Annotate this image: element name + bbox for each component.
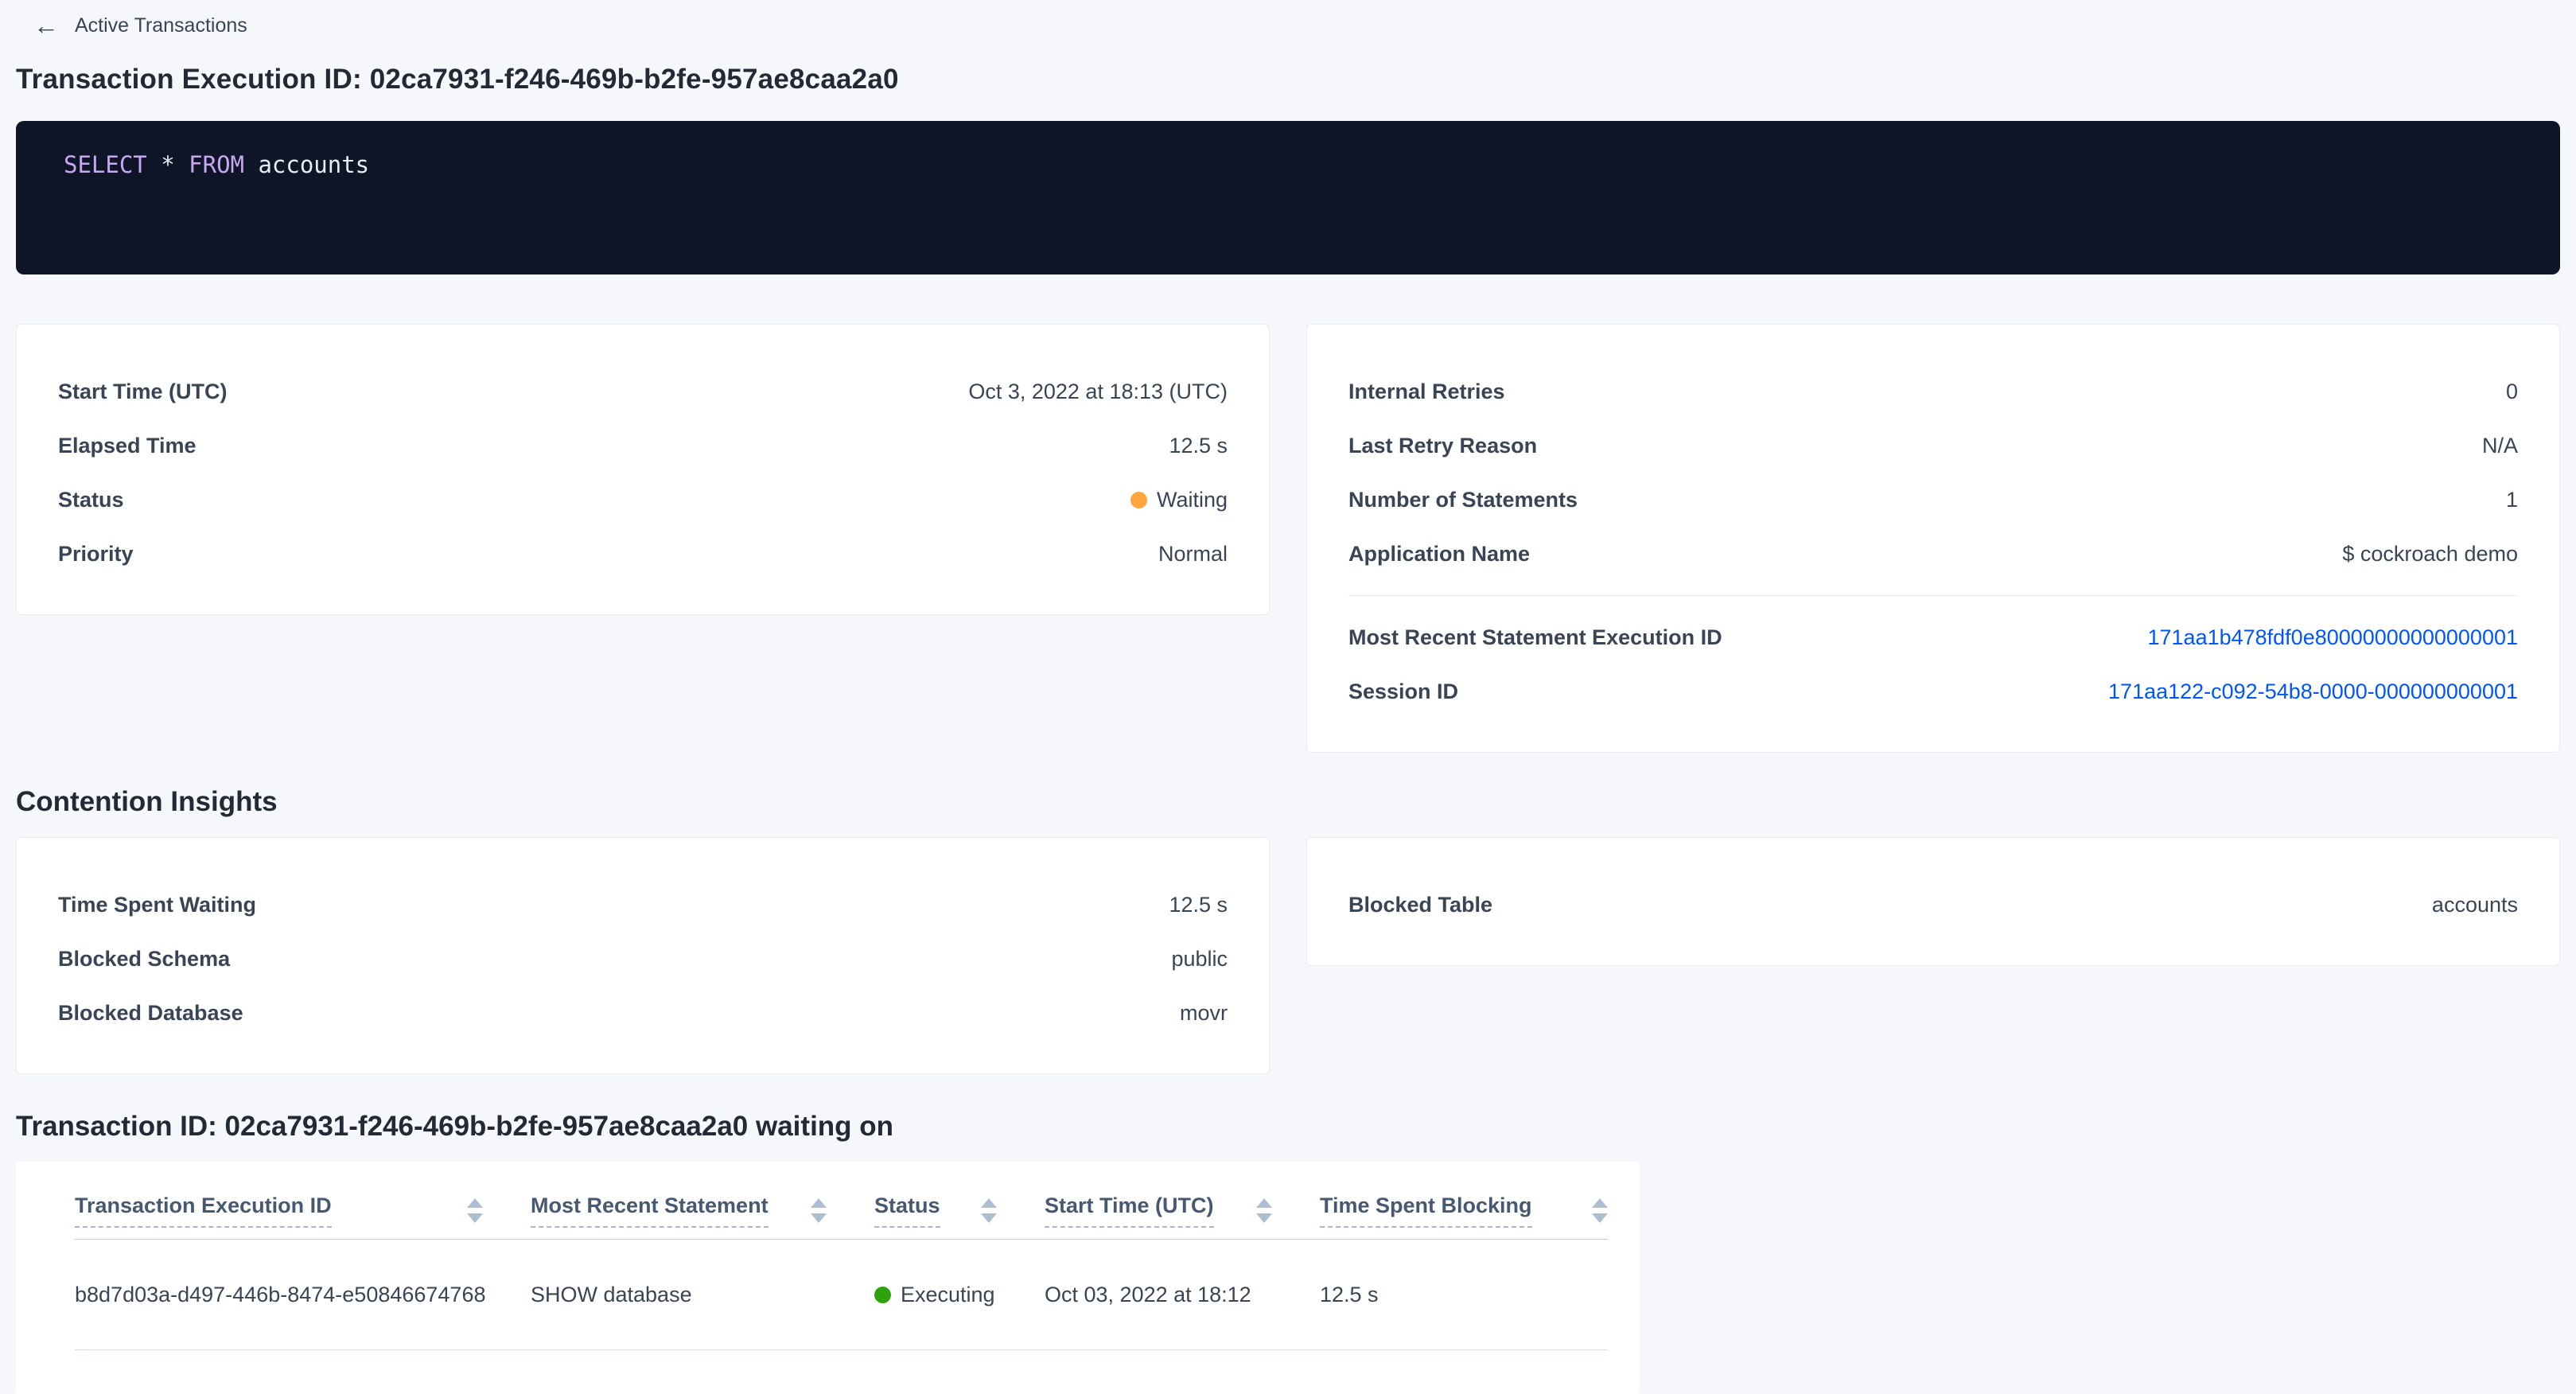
card-divider xyxy=(1348,595,2518,596)
blocked-database-label: Blocked Database xyxy=(58,1001,243,1026)
start-time-value: Oct 3, 2022 at 18:13 (UTC) xyxy=(968,380,1228,404)
sql-keyword-from: FROM xyxy=(189,151,244,178)
cell-most-recent-statement: SHOW database xyxy=(531,1283,874,1307)
overview-card-right: Internal Retries 0 Last Retry Reason N/A… xyxy=(1306,324,2560,753)
cell-start-time: Oct 03, 2022 at 18:12 xyxy=(1045,1283,1320,1307)
number-of-statements-label: Number of Statements xyxy=(1348,488,1578,512)
priority-value: Normal xyxy=(1158,542,1228,567)
summary-row-number-of-statements: Number of Statements 1 xyxy=(1348,473,2518,527)
cell-transaction-execution-id: b8d7d03a-d497-446b-8474-e50846674768 xyxy=(75,1283,531,1307)
last-retry-reason-label: Last Retry Reason xyxy=(1348,434,1537,458)
contention-row-blocked-schema: Blocked Schema public xyxy=(58,932,1228,986)
sort-desc-icon xyxy=(467,1213,483,1223)
sort-asc-icon xyxy=(811,1198,827,1208)
page-title: Transaction Execution ID: 02ca7931-f246-… xyxy=(16,64,2560,95)
sql-table-name: accounts xyxy=(244,151,369,178)
summary-row-internal-retries: Internal Retries 0 xyxy=(1348,364,2518,419)
waiting-on-heading: Transaction ID: 02ca7931-f246-469b-b2fe-… xyxy=(16,1111,2560,1143)
summary-row-application-name: Application Name $ cockroach demo xyxy=(1348,527,2518,581)
sort-asc-icon xyxy=(981,1198,997,1208)
elapsed-time-label: Elapsed Time xyxy=(58,434,197,458)
contention-card-left: Time Spent Waiting 12.5 s Blocked Schema… xyxy=(16,837,1270,1074)
waiting-on-table-card: Transaction Execution ID Most Recent Sta… xyxy=(16,1162,1640,1394)
overview-cards-row: Start Time (UTC) Oct 3, 2022 at 18:13 (U… xyxy=(16,324,2560,753)
time-spent-waiting-label: Time Spent Waiting xyxy=(58,893,256,917)
column-label: Most Recent Statement xyxy=(531,1193,769,1228)
internal-retries-value: 0 xyxy=(2506,380,2518,404)
executing-status-dot-icon xyxy=(874,1287,891,1303)
summary-row-elapsed-time: Elapsed Time 12.5 s xyxy=(58,419,1228,473)
breadcrumb-active-transactions-link[interactable]: Active Transactions xyxy=(75,14,247,37)
sort-asc-icon xyxy=(1256,1198,1272,1208)
session-id-label: Session ID xyxy=(1348,679,1458,704)
overview-card-left: Start Time (UTC) Oct 3, 2022 at 18:13 (U… xyxy=(16,324,1270,615)
time-spent-waiting-value: 12.5 s xyxy=(1169,893,1228,917)
sort-desc-icon xyxy=(1592,1213,1608,1223)
last-retry-reason-value: N/A xyxy=(2482,434,2518,458)
back-arrow-icon[interactable]: ← xyxy=(33,13,59,38)
contention-row-blocked-table: Blocked Table accounts xyxy=(1348,878,2518,932)
cell-status: Executing xyxy=(874,1283,1045,1307)
sort-icon[interactable] xyxy=(1592,1198,1608,1223)
sort-desc-icon xyxy=(981,1213,997,1223)
sort-asc-icon xyxy=(467,1198,483,1208)
sql-keyword-select: SELECT xyxy=(64,151,147,178)
contention-cards-row: Time Spent Waiting 12.5 s Blocked Schema… xyxy=(16,837,2560,1074)
contention-card-right: Blocked Table accounts xyxy=(1306,837,2560,966)
status-badge: Waiting xyxy=(1130,488,1228,512)
sort-icon[interactable] xyxy=(811,1198,827,1223)
table-row: b8d7d03a-d497-446b-8474-e50846674768 SHO… xyxy=(75,1240,1608,1350)
contention-insights-heading: Contention Insights xyxy=(16,786,2560,818)
column-header-status[interactable]: Status xyxy=(874,1193,1045,1228)
active-transaction-details-page: ← Active Transactions Transaction Execut… xyxy=(0,0,2576,1394)
start-time-label: Start Time (UTC) xyxy=(58,380,228,404)
sort-icon[interactable] xyxy=(467,1198,483,1223)
column-label: Time Spent Blocking xyxy=(1320,1193,1532,1228)
breadcrumb[interactable]: ← Active Transactions xyxy=(16,8,2560,43)
summary-row-last-retry-reason: Last Retry Reason N/A xyxy=(1348,419,2518,473)
blocked-table-label: Blocked Table xyxy=(1348,893,1492,917)
contention-row-blocked-database: Blocked Database movr xyxy=(58,986,1228,1040)
sort-icon[interactable] xyxy=(1256,1198,1272,1223)
summary-row-statement-execution-id: Most Recent Statement Execution ID 171aa… xyxy=(1348,610,2518,664)
internal-retries-label: Internal Retries xyxy=(1348,380,1505,404)
column-label: Transaction Execution ID xyxy=(75,1193,332,1228)
summary-row-session-id: Session ID 171aa122-c092-54b8-0000-00000… xyxy=(1348,664,2518,718)
column-label: Status xyxy=(874,1193,940,1228)
sort-desc-icon xyxy=(1256,1213,1272,1223)
elapsed-time-value: 12.5 s xyxy=(1169,434,1228,458)
application-name-value: $ cockroach demo xyxy=(2342,542,2518,567)
blocked-database-value: movr xyxy=(1180,1001,1228,1026)
sort-asc-icon xyxy=(1592,1198,1608,1208)
sort-icon[interactable] xyxy=(981,1198,997,1223)
session-id-link[interactable]: 171aa122-c092-54b8-0000-000000000001 xyxy=(2108,679,2518,704)
column-label: Start Time (UTC) xyxy=(1045,1193,1214,1228)
sort-desc-icon xyxy=(811,1213,827,1223)
summary-row-start-time: Start Time (UTC) Oct 3, 2022 at 18:13 (U… xyxy=(58,364,1228,419)
sql-statement-box: SELECT * FROM accounts xyxy=(16,121,2560,275)
application-name-label: Application Name xyxy=(1348,542,1530,567)
column-header-most-recent-statement[interactable]: Most Recent Statement xyxy=(531,1193,874,1228)
status-value: Executing xyxy=(901,1283,995,1306)
blocked-schema-value: public xyxy=(1171,947,1228,972)
blocked-table-value: accounts xyxy=(2432,893,2518,917)
statement-execution-id-link[interactable]: 171aa1b478fdf0e80000000000000001 xyxy=(2148,625,2519,650)
summary-row-priority: Priority Normal xyxy=(58,527,1228,581)
waiting-on-table-header: Transaction Execution ID Most Recent Sta… xyxy=(75,1193,1608,1240)
status-value: Waiting xyxy=(1157,488,1228,512)
waiting-status-dot-icon xyxy=(1130,492,1147,508)
column-header-start-time[interactable]: Start Time (UTC) xyxy=(1045,1193,1320,1228)
status-label: Status xyxy=(58,488,124,512)
sql-operator: * xyxy=(147,151,189,178)
blocked-schema-label: Blocked Schema xyxy=(58,947,230,972)
column-header-transaction-execution-id[interactable]: Transaction Execution ID xyxy=(75,1193,531,1228)
contention-row-time-spent-waiting: Time Spent Waiting 12.5 s xyxy=(58,878,1228,932)
cell-time-spent-blocking: 12.5 s xyxy=(1320,1283,1608,1307)
priority-label: Priority xyxy=(58,542,134,567)
number-of-statements-value: 1 xyxy=(2506,488,2518,512)
column-header-time-spent-blocking[interactable]: Time Spent Blocking xyxy=(1320,1193,1608,1228)
statement-execution-id-label: Most Recent Statement Execution ID xyxy=(1348,625,1722,650)
summary-row-status: Status Waiting xyxy=(58,473,1228,527)
